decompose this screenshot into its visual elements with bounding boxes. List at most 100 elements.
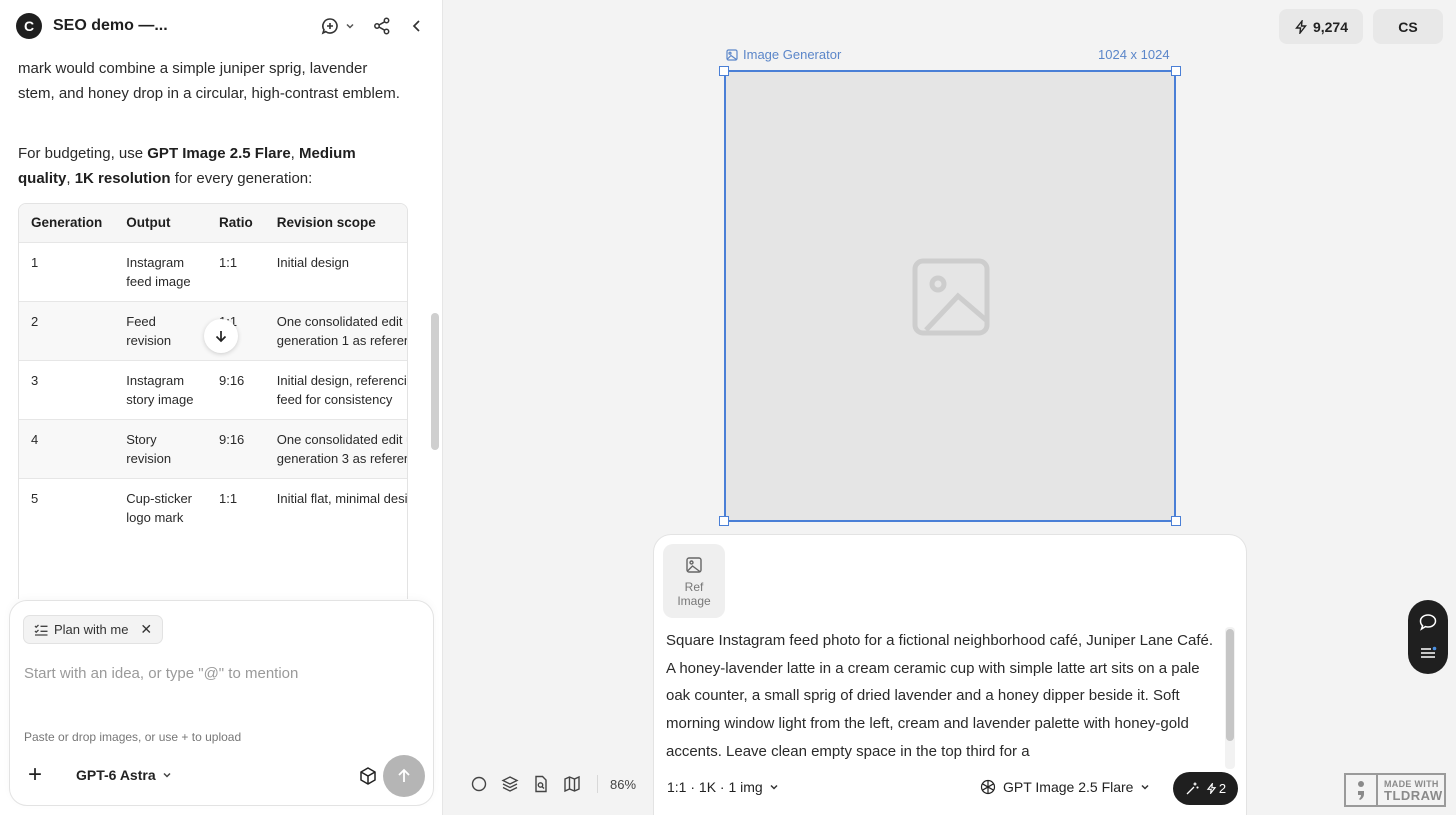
prompt-panel: Ref Image Square Instagram feed photo fo… [653,534,1247,815]
chat-bubble-icon[interactable] [1418,612,1438,632]
ref-image-button[interactable]: Ref Image [663,544,725,618]
collapse-panel-icon[interactable] [406,15,428,37]
ref-label: Image [677,594,711,608]
table-cell: Feed revision [114,300,207,360]
image-placeholder-icon [912,258,990,341]
openai-icon [980,779,996,795]
table-cell: 4 [19,418,115,478]
table-row: 5 Cup-sticker logo mark 1:1 Initial flat… [19,477,407,537]
table-cell: Instagram feed image [114,241,207,301]
generate-cost: 2 [1218,781,1227,796]
resize-handle[interactable] [719,66,729,76]
table-cell: One consolidated edit using generation 1… [264,300,407,360]
budget-table: Generation Output Ratio Revision scope 1… [18,203,408,599]
add-attachment-icon[interactable]: + [28,763,42,787]
circle-tool-icon[interactable] [463,770,494,798]
table-row: 1 Instagram feed image 1:1 Initial desig… [19,241,407,301]
scroll-to-bottom-button[interactable] [204,319,238,353]
frame-label-text: Image Generator [743,47,842,62]
sparkle-wand-icon [1186,782,1199,795]
generate-button[interactable]: 2 [1173,772,1238,805]
menu-notification-icon[interactable] [1418,643,1438,663]
table-header-row: Generation Output Ratio Revision scope [19,204,407,242]
image-icon [726,48,738,61]
table-cell: 2 [19,300,115,360]
image-model-label: GPT Image 2.5 Flare [1003,779,1134,795]
toolbar-divider [597,775,598,793]
table-cell: Instagram story image [114,359,207,419]
lightning-icon [1295,19,1307,34]
image-icon [686,557,702,573]
share-icon[interactable] [371,15,393,37]
new-chat-icon[interactable] [319,15,341,37]
resize-handle[interactable] [1171,66,1181,76]
chevron-down-icon [770,784,778,790]
image-model-selector[interactable]: GPT Image 2.5 Flare [980,779,1150,795]
send-button[interactable] [383,755,425,797]
map-icon[interactable] [556,770,587,798]
credits-badge[interactable]: 9,274 [1279,9,1363,44]
table-cell: Initial design [264,241,407,301]
message-paragraph: For budgeting, use GPT Image 2.5 Flare, … [18,145,356,187]
lightning-icon [1206,783,1217,794]
document-search-icon[interactable] [525,770,556,798]
table-cell: One consolidated edit using generation 3… [264,418,407,478]
tldraw-logo-icon [1346,775,1378,805]
app-logo[interactable]: C [16,13,42,39]
column-header: Revision scope [264,204,407,242]
arrow-down-icon [215,331,227,343]
image-generator-frame[interactable] [724,70,1176,522]
chat-composer: Plan with me ✕ Start with an idea, or ty… [9,600,434,806]
table-cell: 9:16 [206,418,265,478]
frame-label[interactable]: Image Generator [726,47,841,62]
model-selector[interactable]: GPT-6 Astra [76,767,172,783]
table-cell: Story revision [114,418,207,478]
zoom-level[interactable]: 86% [610,777,636,792]
column-header: Output [114,204,207,242]
table-cell: 3 [19,359,115,419]
chevron-down-icon [1141,784,1149,790]
branding-line2: TLDRAW [1384,788,1443,803]
frame-size: 1024 x 1024 [1098,47,1170,62]
upload-hint: Paste or drop images, or use + to upload [24,730,242,744]
checklist-icon [34,624,48,636]
user-avatar[interactable]: CS [1373,9,1443,44]
remove-chip-icon[interactable]: ✕ [140,621,152,638]
chat-input[interactable]: Start with an idea, or type "@" to menti… [24,665,298,682]
table-row: 3 Instagram story image 9:16 Initial des… [19,359,407,419]
made-with-tldraw-badge[interactable]: MADE WITH TLDRAW [1344,773,1446,807]
credits-value: 9,274 [1312,18,1349,35]
settings-label: 1:1 · 1K · 1 img [667,779,763,795]
column-header: Ratio [206,204,265,242]
chat-panel: C SEO demo —... mark would combine a sim… [0,0,443,815]
prompt-textarea[interactable]: Square Instagram feed photo for a fictio… [666,627,1218,765]
chat-scrollbar[interactable] [431,313,439,450]
table-cell: 5 [19,477,115,537]
table-cell: Cup-sticker logo mark [114,477,207,537]
model-label: GPT-6 Astra [76,767,156,783]
column-header: Generation [19,204,115,242]
chevron-down-icon [163,772,171,778]
message-paragraph: mark would combine a simple juniper spri… [18,60,400,102]
prompt-scrollbar-thumb[interactable] [1226,629,1234,741]
table-cell: 1:1 [206,241,265,301]
cube-icon[interactable] [358,766,378,791]
generation-settings-dropdown[interactable]: 1:1 · 1K · 1 img [667,779,779,795]
resize-handle[interactable] [1171,516,1181,526]
layers-icon[interactable] [494,770,525,798]
table-row: 4 Story revision 9:16 One consolidated e… [19,418,407,478]
resize-handle[interactable] [719,516,729,526]
chip-label: Plan with me [54,622,129,637]
project-title[interactable]: SEO demo —... [53,17,168,35]
table-cell: 9:16 [206,359,265,419]
chevron-down-icon[interactable] [343,15,357,37]
plan-with-me-chip[interactable]: Plan with me ✕ [23,615,164,644]
chat-header: C SEO demo —... [0,0,443,54]
arrow-up-icon [398,768,410,782]
canvas-toolbar: 86% [463,770,636,798]
side-actions [1408,600,1448,674]
ref-label: Ref [684,580,704,594]
table-cell: 1 [19,241,115,301]
table-cell: 1:1 [206,477,265,537]
table-cell: Initial design, referencing the feed for… [264,359,407,419]
